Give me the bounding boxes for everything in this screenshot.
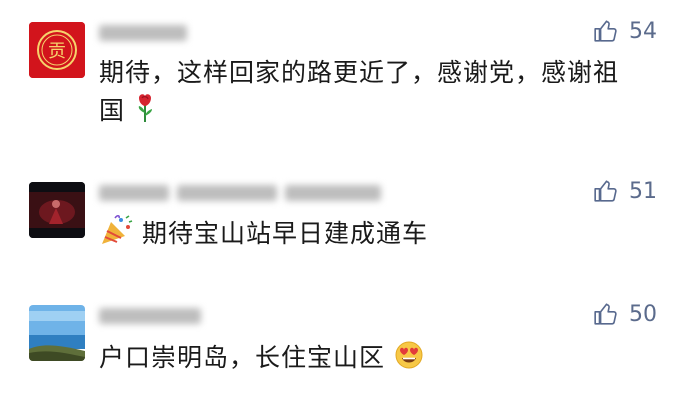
comment-text: 户口崇明岛，长住宝山区	[99, 339, 659, 381]
comment-body: 期待，这样回家的路更近了，感谢党，感谢祖国	[99, 58, 620, 125]
comment-item: 50 户口崇明岛，长住宝山区	[0, 283, 677, 400]
comment-text: 期待宝山站早日建成通车	[99, 214, 659, 257]
username-blurred[interactable]	[99, 305, 201, 327]
stage-photo-icon	[29, 182, 85, 238]
comment-item: 51 期待宝山站早日建成通车	[0, 160, 677, 270]
seaside-photo-icon	[29, 305, 85, 361]
like-count: 50	[629, 301, 657, 327]
avatar[interactable]: 贡	[29, 22, 85, 78]
party-popper-icon	[99, 214, 133, 257]
heart-eyes-icon	[394, 340, 424, 381]
like-button[interactable]: 51	[593, 178, 657, 204]
comment-body: 期待宝山站早日建成通车	[141, 219, 428, 248]
username-blurred[interactable]	[99, 182, 381, 204]
like-button[interactable]: 54	[593, 18, 657, 44]
avatar[interactable]	[29, 305, 85, 361]
like-count: 54	[629, 18, 657, 44]
thumbs-up-icon	[594, 20, 617, 42]
thumbs-up-icon	[594, 180, 617, 202]
comment-item: 贡 54 期待，这样回家的路更近了，感谢党，感谢祖国	[0, 0, 677, 130]
svg-text:贡: 贡	[48, 41, 66, 62]
thumbs-up-icon	[594, 303, 617, 325]
red-seal-icon: 贡	[29, 22, 85, 78]
avatar[interactable]	[29, 182, 85, 238]
like-button[interactable]: 50	[593, 301, 657, 327]
comment-text: 期待，这样回家的路更近了，感谢党，感谢祖国	[99, 54, 644, 134]
comment-body: 户口崇明岛，长住宝山区	[99, 343, 386, 372]
rose-icon	[134, 93, 156, 134]
like-count: 51	[629, 178, 657, 204]
username-blurred[interactable]	[99, 22, 187, 44]
